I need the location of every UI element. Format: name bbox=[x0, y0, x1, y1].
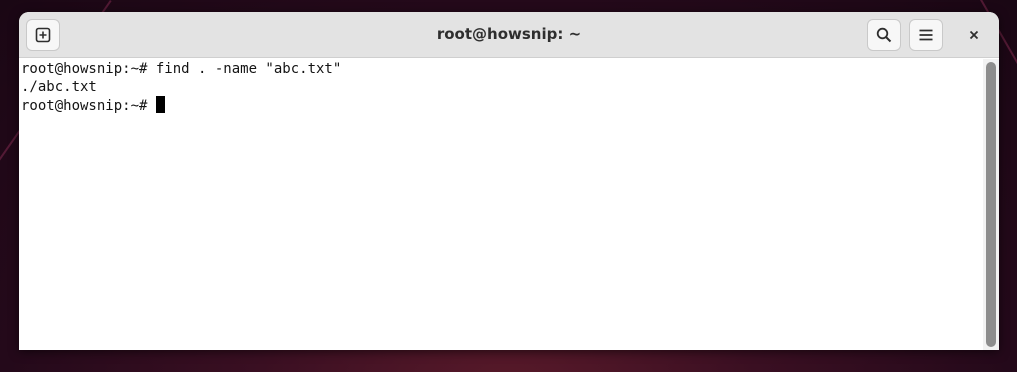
terminal-window: root@howsnip: ~ root@howsnip:~# find . -… bbox=[19, 12, 999, 350]
title-bar[interactable]: root@howsnip: ~ bbox=[19, 12, 999, 58]
close-icon bbox=[969, 30, 979, 40]
terminal-prompt-line: root@howsnip:~# bbox=[21, 96, 983, 114]
vertical-scrollbar[interactable] bbox=[983, 59, 999, 350]
terminal-output[interactable]: root@howsnip:~# find . -name "abc.txt" .… bbox=[19, 59, 983, 350]
search-button[interactable] bbox=[867, 19, 901, 51]
new-tab-icon bbox=[35, 27, 51, 43]
text-cursor bbox=[155, 96, 165, 113]
main-menu-button[interactable] bbox=[909, 19, 943, 51]
new-tab-button[interactable] bbox=[26, 19, 60, 51]
hamburger-menu-icon bbox=[919, 29, 933, 41]
terminal-line: root@howsnip:~# find . -name "abc.txt" bbox=[21, 61, 342, 77]
search-icon bbox=[876, 27, 892, 43]
window-title: root@howsnip: ~ bbox=[436, 25, 582, 43]
terminal-prompt: root@howsnip:~# bbox=[21, 98, 156, 114]
terminal-line: ./abc.txt bbox=[21, 79, 97, 95]
close-button[interactable] bbox=[957, 19, 991, 51]
scrollbar-thumb[interactable] bbox=[986, 62, 996, 347]
